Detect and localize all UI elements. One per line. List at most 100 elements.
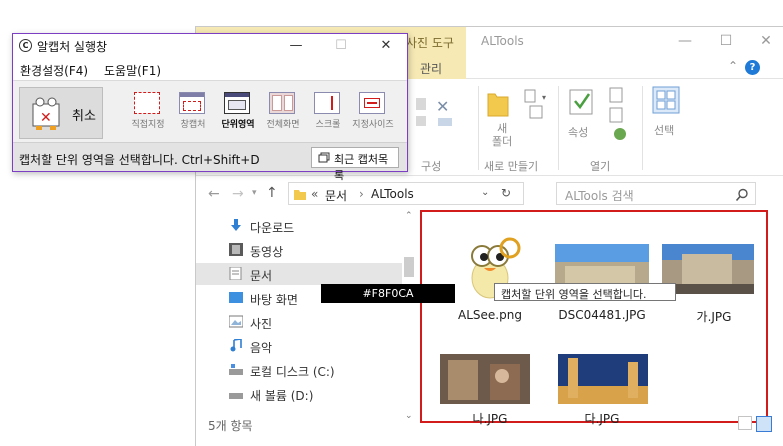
scroll-capture-icon xyxy=(314,92,340,114)
capture-titlebar[interactable]: C 알캡처 실행창 — ☐ ✕ xyxy=(13,34,407,58)
address-field[interactable]: « 문서 › ALTools ⌄ ↻ xyxy=(288,182,524,205)
picture-tools-label: 사진 도구 xyxy=(406,36,454,50)
drive-icon xyxy=(229,393,243,399)
properties-label[interactable]: 속성 xyxy=(568,124,588,140)
select-icon[interactable] xyxy=(652,86,680,114)
search-field[interactable]: ALTools 검색 xyxy=(556,182,756,205)
organize-icons[interactable]: ✕ xyxy=(414,92,474,132)
capture-hint-tooltip: 캡처할 단위 영역을 선택합니다. xyxy=(494,283,676,301)
file-name: 나.JPG xyxy=(472,412,508,426)
file-name: ALSee.png xyxy=(458,308,522,322)
cancel-button[interactable]: ✕ 취소 xyxy=(19,87,103,139)
select-label[interactable]: 선택 xyxy=(654,122,674,138)
recent-list-icon xyxy=(318,152,330,163)
desktop-icon xyxy=(229,292,243,303)
capture-toolbar: ✕ 취소 직접지정 창캡처 단위영역 전체화면 스크롤 지정사이즈 xyxy=(13,80,407,142)
capture-close-button[interactable]: ✕ xyxy=(371,36,401,56)
explorer-close-button[interactable]: ✕ xyxy=(752,31,780,51)
tab-manage[interactable]: 관리 xyxy=(406,57,466,79)
direct-select-icon xyxy=(134,92,160,114)
nav-item-new-volume[interactable]: 새 볼륨 (D:) xyxy=(196,383,406,405)
file-item[interactable]: DSC04481.JPG xyxy=(546,224,658,324)
file-item[interactable]: 나.JPG xyxy=(434,324,546,426)
nav-item-label: 다운로드 xyxy=(250,221,295,235)
back-arrow-icon[interactable]: ← xyxy=(208,186,220,202)
organize-group-label: 구성 xyxy=(421,160,442,173)
forward-arrow-icon[interactable]: → xyxy=(232,186,244,202)
photo-thumbnail xyxy=(558,354,648,404)
address-crumb-current[interactable]: ALTools xyxy=(371,187,414,201)
nav-item-local-disk[interactable]: 로컬 디스크 (C:) xyxy=(196,359,406,381)
open-group-label: 열기 xyxy=(590,160,611,173)
file-name: 다.JPG xyxy=(584,412,620,426)
photo-thumbnail xyxy=(440,354,530,404)
search-placeholder[interactable]: ALTools 검색 xyxy=(565,187,634,204)
open-icons[interactable] xyxy=(606,86,632,146)
nav-item-label: 새 볼륨 (D:) xyxy=(250,389,314,403)
help-icon[interactable]: ? xyxy=(745,60,760,75)
capture-minimize-button[interactable]: — xyxy=(281,36,311,56)
ribbon-collapse-icon[interactable]: ⌃ xyxy=(728,59,738,73)
address-bar-row: ← → ▾ ↑ « 문서 › ALTools ⌄ ↻ ALTools 검색 xyxy=(196,177,783,211)
capture-status-text: 캡처할 단위 영역을 선택합니다. Ctrl+Shift+D xyxy=(19,153,260,167)
status-item-count: 5개 항목 xyxy=(208,419,253,433)
new-folder-label[interactable]: 새 폴더 xyxy=(492,122,512,148)
address-crumb-parent[interactable]: 문서 xyxy=(325,187,347,204)
svg-text:▾: ▾ xyxy=(542,93,546,102)
recent-captures-label: 최근 캡처목록 xyxy=(334,153,389,182)
nav-scroll-thumb[interactable] xyxy=(404,257,414,277)
capture-menubar: 환경설정(F4) 도움말(F1) xyxy=(13,58,407,80)
menu-settings[interactable]: 환경설정(F4) xyxy=(20,62,88,79)
file-name: DSC04481.JPG xyxy=(558,308,646,322)
document-icon xyxy=(229,267,242,280)
nav-item-label: 음악 xyxy=(250,341,273,355)
scroll-down-icon[interactable]: ⌄ xyxy=(405,411,413,421)
tool-fixed-size[interactable]: 지정사이즈 xyxy=(351,89,395,137)
capture-maximize-button[interactable]: ☐ xyxy=(326,36,356,56)
nav-scrollbar[interactable]: ⌃ ⌄ xyxy=(402,211,416,425)
file-list-highlighted[interactable]: ALSee.png DSC04481.JPG 가.JPG 나.JPG 다.JPG xyxy=(420,210,770,426)
ribbon-separator xyxy=(478,86,479,170)
nav-item-pictures[interactable]: 사진 xyxy=(196,311,406,333)
ribbon-separator xyxy=(642,86,643,170)
nav-item-music[interactable]: 음악 xyxy=(196,335,406,357)
nav-item-videos[interactable]: 동영상 xyxy=(196,239,406,261)
file-item[interactable]: 다.JPG xyxy=(546,324,658,426)
nav-item-label: 로컬 디스크 (C:) xyxy=(250,365,335,379)
cancel-label: 취소 xyxy=(72,109,96,124)
up-arrow-icon[interactable]: ↑ xyxy=(266,185,278,201)
explorer-maximize-button[interactable]: ☐ xyxy=(712,31,740,51)
picture-icon xyxy=(229,315,243,328)
download-icon xyxy=(231,219,241,231)
new-folder-icon[interactable] xyxy=(486,86,510,118)
nav-item-label: 동영상 xyxy=(250,245,284,259)
file-item[interactable]: 가.JPG xyxy=(658,224,770,324)
color-code-tooltip: #F8F0CA xyxy=(321,284,455,303)
nav-item-documents[interactable]: 문서 xyxy=(196,263,406,285)
scroll-up-icon[interactable]: ⌃ xyxy=(405,211,413,221)
window-capture-icon xyxy=(179,92,205,114)
ribbon-separator xyxy=(558,86,559,170)
alcapture-logo-icon: C xyxy=(19,39,32,52)
capture-title: 알캡처 실행창 xyxy=(37,40,108,54)
properties-icon[interactable] xyxy=(566,86,596,120)
large-icons-view-icon[interactable] xyxy=(756,416,772,432)
explorer-minimize-button[interactable]: — xyxy=(671,31,699,51)
search-icon[interactable] xyxy=(735,188,749,202)
refresh-icon[interactable]: ↻ xyxy=(501,186,511,200)
tool-label: 지정사이즈 xyxy=(352,120,394,130)
recent-locations-icon[interactable]: ▾ xyxy=(252,188,257,198)
cancel-mascot-icon: ✕ xyxy=(32,97,60,130)
new-item-icon[interactable]: ▾ xyxy=(522,86,550,126)
music-icon xyxy=(230,339,242,352)
new-group-label: 새로 만들기 xyxy=(484,160,539,173)
recent-captures-button[interactable]: 최근 캡처목록 xyxy=(311,147,399,182)
details-view-icon[interactable] xyxy=(738,416,752,430)
menu-help[interactable]: 도움말(F1) xyxy=(104,62,161,79)
address-separator[interactable]: › xyxy=(359,187,364,201)
address-dropdown-icon[interactable]: ⌄ xyxy=(481,187,489,198)
file-item[interactable]: ALSee.png xyxy=(434,224,546,324)
address-overflow[interactable]: « xyxy=(311,187,318,201)
unit-area-icon xyxy=(224,92,250,114)
nav-item-downloads[interactable]: 다운로드 xyxy=(196,215,406,237)
